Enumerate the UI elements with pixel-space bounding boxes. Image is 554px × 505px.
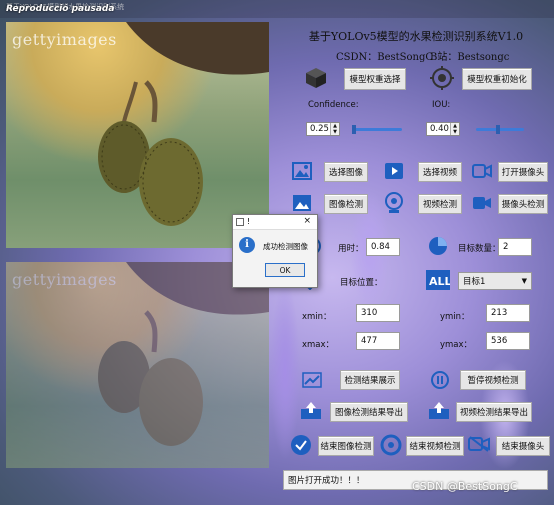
spin-arrows-icon[interactable]: ▲ ▼: [330, 123, 339, 135]
all-icon: ALL: [426, 270, 450, 290]
title-bar: 基于YOLOv5模型的水果检测识别系统 Reproducció pausada: [0, 0, 554, 18]
app-window: 基于YOLOv5模型的水果检测识别系统 Reproducció pausada …: [0, 0, 554, 505]
camera-off-icon: [468, 436, 490, 452]
export-icon: [301, 402, 321, 419]
target-select[interactable]: 目标1 ▼: [458, 272, 532, 290]
confidence-slider[interactable]: [352, 125, 402, 134]
iou-label: IOU:: [432, 100, 451, 110]
video-file-icon: [385, 163, 403, 179]
export-video-results-button[interactable]: 视频检测结果导出: [456, 402, 532, 422]
dialog-title: !: [247, 217, 251, 226]
init-weights-button[interactable]: 模型权重初始化: [462, 68, 532, 90]
position-label: 目标位置：: [340, 278, 383, 288]
end-video-detect-button[interactable]: 结束视频检测: [406, 436, 464, 456]
export-icon: [429, 402, 449, 419]
ymin-field[interactable]: 213: [486, 304, 530, 322]
count-label: 目标数量：: [458, 244, 501, 254]
iou-slider[interactable]: [476, 125, 524, 134]
dialog-message: 成功检测图像: [263, 242, 308, 251]
message-dialog: ! × i 成功检测图像 OK: [232, 214, 318, 288]
slider-handle[interactable]: [352, 125, 356, 134]
svg-text:ALL: ALL: [429, 275, 450, 288]
xmax-label: xmax：: [302, 340, 335, 350]
select-video-button[interactable]: 选择视频: [418, 162, 462, 182]
window-icon: [236, 218, 244, 226]
cube-icon: [306, 68, 326, 88]
confidence-value: 0.25: [310, 124, 329, 134]
bilibili-label: B站：Bestsongc: [430, 52, 510, 63]
chevron-down-icon[interactable]: ▼: [522, 277, 527, 285]
end-image-detect-button[interactable]: 结束图像检测: [318, 436, 374, 456]
select-image-button[interactable]: 选择图像: [324, 162, 368, 182]
export-image-results-button[interactable]: 图像检测结果导出: [330, 402, 408, 422]
open-camera-button[interactable]: 打开摄像头: [498, 162, 548, 182]
image-icon: [292, 162, 312, 180]
camera-detect-button[interactable]: 摄像头检测: [498, 194, 548, 214]
info-icon: i: [239, 237, 255, 253]
target-select-value: 目标1: [463, 277, 486, 287]
control-panel: 基于YOLOv5模型的水果检测识别系统V1.0 CSDN：BestSongC B…: [280, 22, 550, 492]
xmax-field[interactable]: 477: [356, 332, 400, 350]
original-image-view: gettyimages: [6, 22, 269, 248]
ymax-label: ymax：: [440, 340, 473, 350]
close-icon[interactable]: ×: [303, 216, 311, 226]
stop-circle-icon: [380, 434, 402, 456]
target-icon: [430, 66, 454, 90]
iou-value: 0.40: [430, 124, 449, 134]
slider-handle[interactable]: [496, 125, 500, 134]
confidence-spinbox[interactable]: 0.25 ▲ ▼: [306, 122, 340, 136]
iou-spinbox[interactable]: 0.40 ▲ ▼: [426, 122, 460, 136]
watermark-text: gettyimages: [12, 270, 117, 289]
detection-image-view: gettyimages: [6, 262, 269, 468]
time-label: 用时：: [338, 244, 364, 254]
image-detect-button[interactable]: 图像检测: [324, 194, 368, 214]
count-field[interactable]: 2: [498, 238, 532, 256]
show-results-button[interactable]: 检测结果展示: [340, 370, 400, 390]
select-weights-button[interactable]: 模型权重选择: [344, 68, 406, 90]
check-circle-icon: [291, 435, 311, 455]
durian-photo-result: [98, 262, 269, 446]
camera-icon: [472, 164, 492, 178]
app-title: 基于YOLOv5模型的水果检测识别系统V1.0: [308, 30, 524, 43]
csdn-label: CSDN：BestSongC: [336, 52, 434, 63]
pie-chart-icon: [429, 237, 447, 255]
ymin-label: ymin：: [440, 312, 470, 322]
pause-icon: [431, 371, 449, 389]
xmin-field[interactable]: 310: [356, 304, 400, 322]
webcam-icon: [385, 192, 403, 213]
durian-photo: [98, 22, 269, 226]
image-detect-icon: [293, 195, 311, 211]
ok-button[interactable]: OK: [265, 263, 305, 277]
confidence-label: Confidence:: [308, 100, 359, 110]
window-caption: Reproducció pausada: [6, 4, 115, 14]
xmin-label: xmin：: [302, 312, 332, 322]
ymax-field[interactable]: 536: [486, 332, 530, 350]
pause-video-button[interactable]: 暂停视频检测: [460, 370, 526, 390]
camera-detect-icon: [473, 197, 491, 209]
watermark-text: gettyimages: [12, 30, 117, 49]
end-camera-button[interactable]: 结束摄像头: [496, 436, 550, 456]
video-detect-button[interactable]: 视频检测: [418, 194, 462, 214]
spin-arrows-icon[interactable]: ▲ ▼: [450, 123, 459, 135]
time-field[interactable]: 0.84: [366, 238, 400, 256]
csdn-watermark: CSDN @BestSongC: [412, 480, 518, 493]
dialog-title-bar: ! ×: [233, 215, 317, 230]
line-chart-icon: [302, 372, 322, 388]
